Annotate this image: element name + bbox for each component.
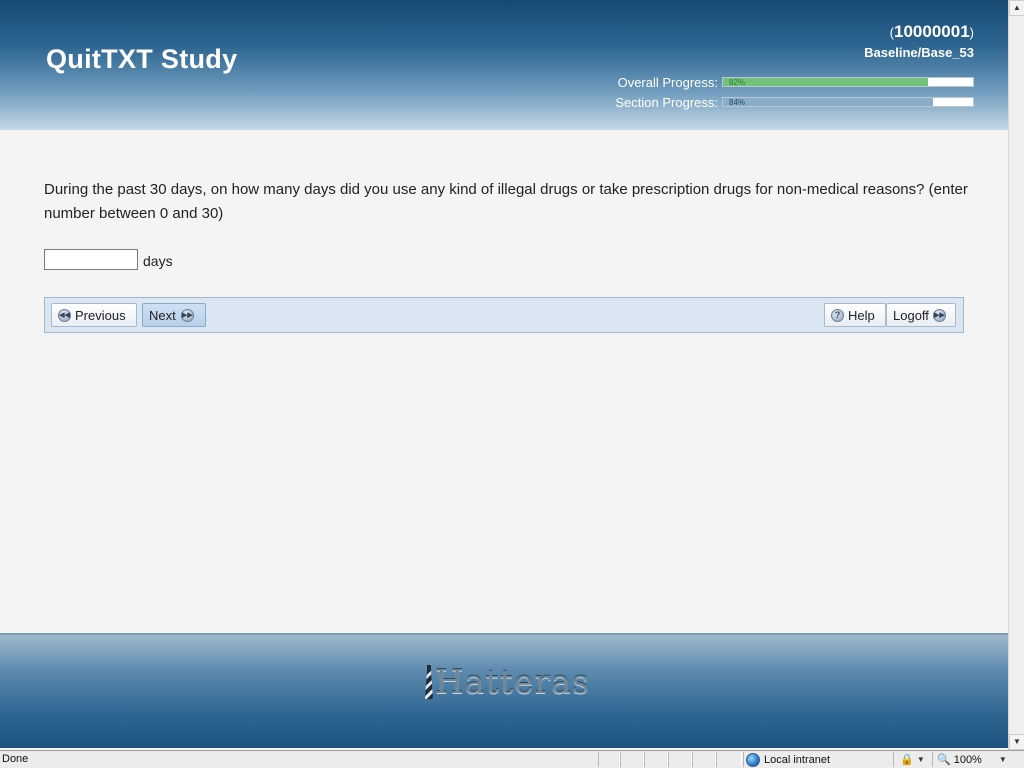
overall-progress-fill (723, 78, 928, 86)
overall-progress: Overall Progress: 82% (617, 74, 974, 90)
question-text: During the past 30 days, on how many day… (44, 181, 968, 222)
question-area: During the past 30 days, on how many day… (0, 130, 1008, 633)
page-footer: Hatteras (0, 633, 1008, 748)
protected-mode[interactable]: 🔒 ▼ (893, 752, 931, 767)
globe-icon (746, 752, 760, 767)
lighthouse-icon (424, 665, 434, 699)
chevron-down-icon: ▼ (998, 755, 1007, 764)
paren-close: ) (969, 25, 974, 40)
section-progress: Section Progress: 84% (615, 94, 974, 110)
study-title: QuitTXT Study (46, 44, 238, 74)
help-button-label: Help (848, 307, 875, 323)
days-input[interactable] (44, 249, 138, 270)
brand-name: Hatteras (435, 662, 590, 701)
hatteras-logo: Hatteras (424, 665, 590, 699)
scroll-up-icon[interactable]: ▲ (1009, 0, 1024, 16)
section-progress-bar: 84% (722, 97, 974, 107)
section-progress-fill (723, 98, 933, 106)
next-button-label: Next (149, 307, 176, 323)
lock-icon: 🔒 (900, 754, 914, 766)
participant-id-value: 10000001 (894, 22, 970, 41)
overall-progress-bar: 82% (722, 77, 974, 87)
browser-status-bar: Done Local intranet 🔒 ▼ 🔍 100% ▼ (0, 750, 1024, 768)
fast-forward-circle-icon: ▶▶ (180, 308, 194, 322)
help-button[interactable]: ? Help (824, 303, 886, 327)
days-unit-label: days (143, 253, 173, 269)
status-cell (716, 752, 742, 767)
overall-progress-percent: 82% (729, 78, 746, 87)
status-text: Done (2, 753, 29, 765)
section-progress-percent: 84% (729, 98, 746, 107)
status-cell (644, 752, 668, 767)
status-cell (692, 752, 716, 767)
next-button[interactable]: Next ▶▶ (142, 303, 206, 327)
zoom-control[interactable]: 🔍 100% ▼ (932, 752, 1024, 767)
logoff-button[interactable]: Logoff ▶▶ (886, 303, 956, 327)
status-cell (620, 752, 644, 767)
rewind-circle-icon: ◀◀ (58, 308, 71, 322)
survey-path: Baseline/Base_53 (864, 45, 974, 60)
previous-button[interactable]: ◀◀ Previous (51, 303, 137, 327)
chevron-down-icon: ▼ (916, 755, 925, 764)
status-cell (598, 752, 620, 767)
fast-forward-circle-icon: ▶▶ (932, 308, 946, 322)
status-cell (668, 752, 692, 767)
logoff-button-label: Logoff (893, 307, 929, 323)
overall-progress-label: Overall Progress: (617, 74, 718, 90)
zoom-level: 100% (953, 753, 982, 766)
study-header: QuitTXT Study (10000001) Baseline/Base_5… (0, 0, 1008, 130)
scroll-down-icon[interactable]: ▼ (1009, 734, 1024, 750)
help-circle-icon: ? (831, 308, 844, 322)
previous-button-label: Previous (75, 307, 126, 323)
security-zone-label: Local intranet (764, 753, 831, 766)
navigation-bar: ◀◀ Previous Next ▶▶ ? Help Logoff ▶▶ (44, 297, 964, 333)
section-progress-label: Section Progress: (615, 94, 718, 110)
zoom-icon: 🔍 (937, 754, 951, 766)
vertical-scrollbar[interactable]: ▲ ▼ (1008, 0, 1024, 750)
security-zone[interactable]: Local intranet (743, 752, 891, 767)
participant-id: (10000001) (890, 22, 974, 42)
